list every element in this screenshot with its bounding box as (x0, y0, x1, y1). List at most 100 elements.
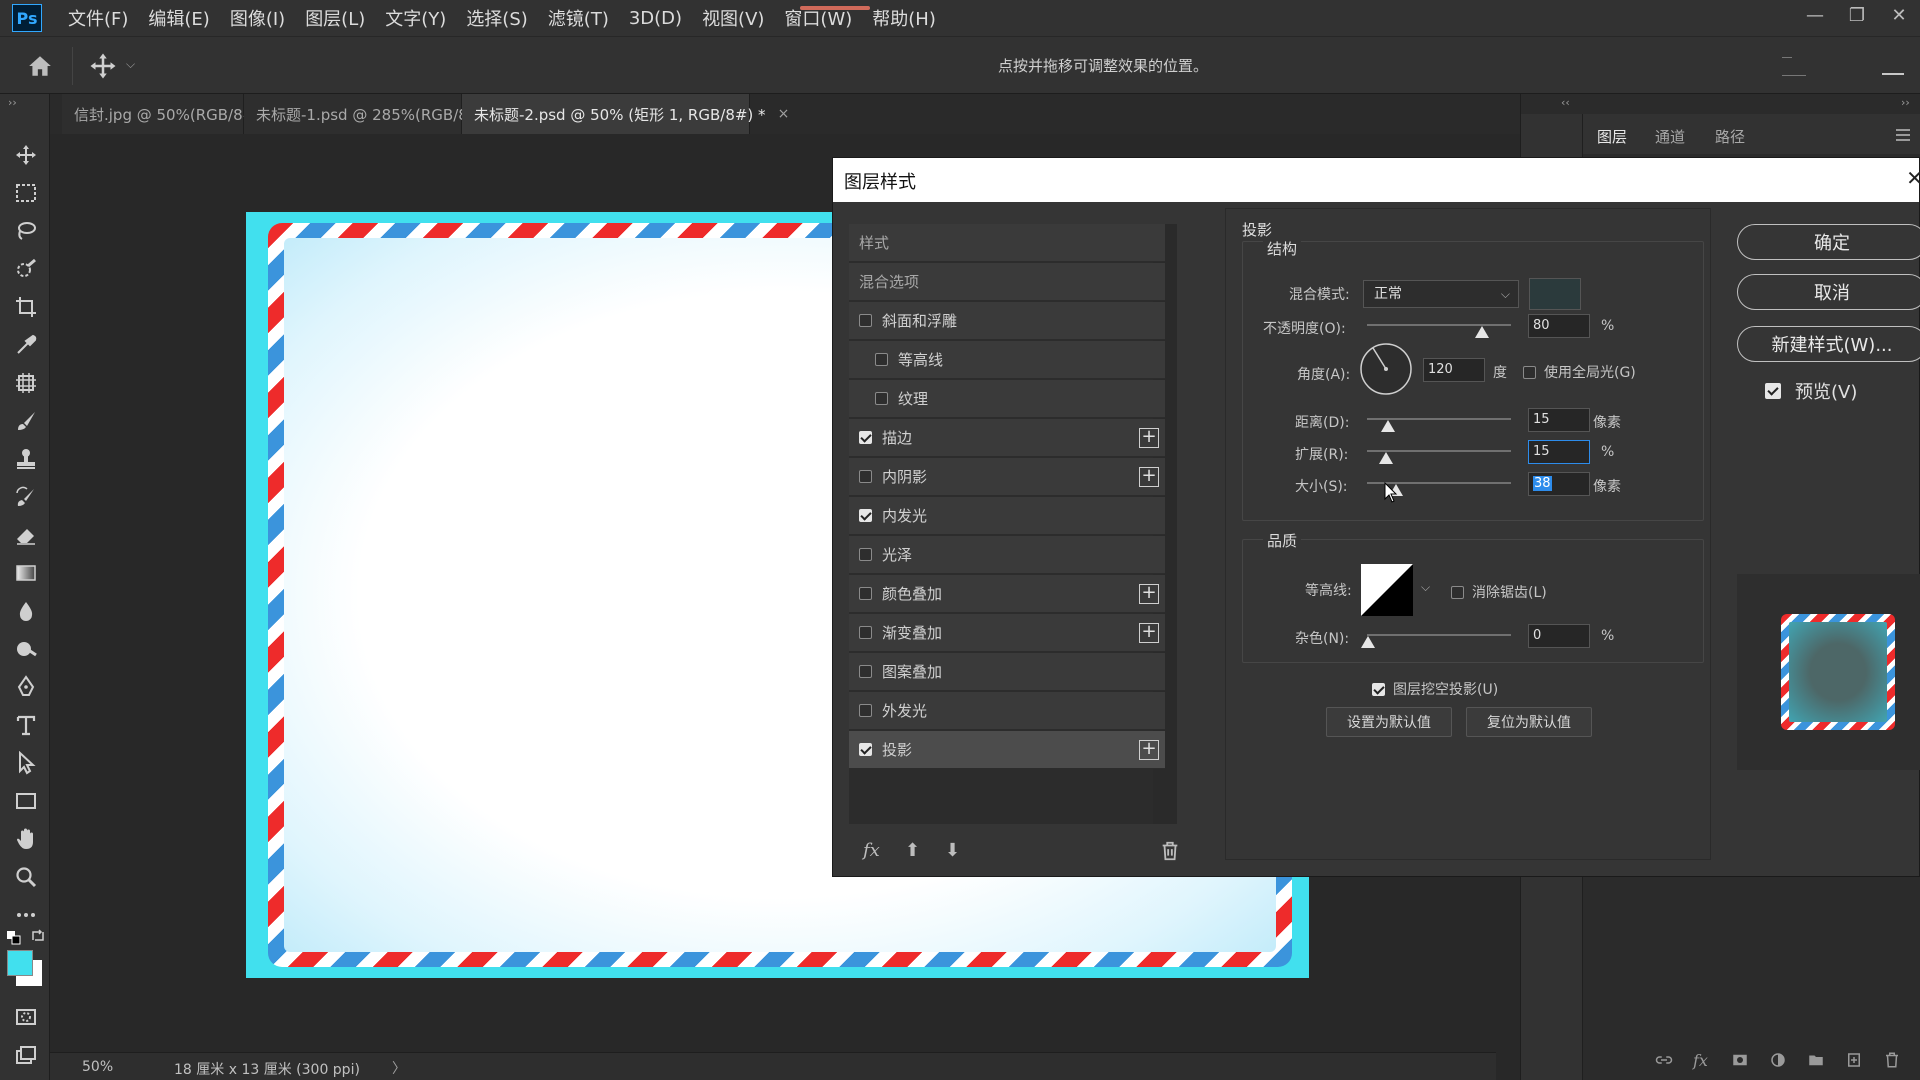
crop-tool[interactable] (13, 294, 39, 320)
style-contour[interactable]: 等高线 (849, 341, 1165, 379)
noise-input[interactable]: 0 (1528, 624, 1590, 648)
stroke-checkbox[interactable] (859, 431, 872, 444)
quick-select-tool[interactable] (13, 256, 39, 282)
global-light-option[interactable]: 使用全局光(G) (1523, 362, 1636, 382)
contour-chevron-down-icon[interactable]: ⌵ (1421, 580, 1430, 595)
type-tool[interactable] (13, 712, 39, 738)
swap-colors-icon[interactable] (30, 928, 46, 944)
pattern-overlay-checkbox[interactable] (859, 665, 872, 678)
add-inner-shadow-plus-icon[interactable]: + (1139, 467, 1159, 487)
antialias-option[interactable]: 消除锯齿(L) (1451, 582, 1547, 602)
new-group-icon[interactable] (1807, 1051, 1825, 1069)
color-overlay-checkbox[interactable] (859, 587, 872, 600)
texture-checkbox[interactable] (875, 392, 888, 405)
menu-image[interactable]: 图像(I) (230, 5, 285, 31)
move-up-icon[interactable]: ⬆ (905, 840, 927, 862)
tab-envelope[interactable]: 信封.jpg @ 50%(RGB/8#) × (62, 94, 285, 134)
menu-select[interactable]: 选择(S) (466, 5, 527, 31)
blur-tool[interactable] (13, 598, 39, 624)
drop-shadow-checkbox[interactable] (859, 743, 872, 756)
noise-slider-thumb[interactable] (1361, 636, 1375, 648)
dialog-close-icon[interactable]: ✕ (1906, 166, 1920, 190)
menu-help[interactable]: 帮助(H) (872, 5, 936, 31)
gradient-tool[interactable] (13, 560, 39, 586)
restore-button[interactable]: ❐ (1836, 0, 1878, 30)
noise-slider-track[interactable] (1367, 634, 1511, 636)
quick-mask-tool[interactable] (13, 1004, 39, 1030)
outer-glow-checkbox[interactable] (859, 704, 872, 717)
tab-layers[interactable]: 图层 (1597, 126, 1627, 147)
more-tools[interactable] (13, 902, 39, 928)
rectangle-tool[interactable] (13, 788, 39, 814)
distance-input[interactable]: 15 (1528, 408, 1590, 432)
menu-filter[interactable]: 滤镜(T) (548, 5, 609, 31)
toolbar-collapse-icon[interactable]: ›› (8, 96, 17, 109)
global-light-checkbox[interactable] (1523, 365, 1536, 379)
shadow-color-swatch[interactable] (1529, 278, 1581, 310)
move-tool[interactable] (13, 142, 39, 168)
default-colors-icon[interactable] (6, 930, 22, 946)
opacity-slider-track[interactable] (1367, 324, 1511, 326)
close-window-button[interactable]: ✕ (1878, 0, 1920, 30)
style-drop-shadow[interactable]: 投影 + (849, 731, 1165, 769)
tab-untitled-2[interactable]: 未标题-2.psd @ 50% (矩形 1, RGB/8#) * × (462, 94, 789, 134)
lasso-tool[interactable] (13, 218, 39, 244)
angle-dial[interactable] (1359, 342, 1413, 396)
add-gradient-overlay-plus-icon[interactable]: + (1139, 623, 1159, 643)
panel-menu-icon[interactable] (1895, 128, 1911, 142)
angle-input[interactable]: 120 (1423, 358, 1485, 382)
menu-file[interactable]: 文件(F) (68, 5, 128, 31)
menu-view[interactable]: 视图(V) (702, 5, 764, 31)
contour-checkbox[interactable] (875, 353, 888, 366)
brush-tool[interactable] (13, 408, 39, 434)
close-tab-icon[interactable]: × (778, 106, 790, 122)
foreground-color-swatch[interactable] (7, 950, 33, 976)
knockout-checkbox[interactable] (1372, 682, 1385, 696)
opacity-slider-thumb[interactable] (1475, 326, 1490, 338)
marquee-tool[interactable] (13, 180, 39, 206)
move-tool-icon[interactable] (88, 51, 118, 81)
inner-shadow-checkbox[interactable] (859, 470, 872, 483)
cancel-button[interactable]: 取消 (1737, 274, 1920, 310)
zoom-level[interactable]: 50% (82, 1059, 113, 1075)
new-layer-icon[interactable] (1845, 1051, 1863, 1069)
add-color-overlay-plus-icon[interactable]: + (1139, 584, 1159, 604)
spread-input[interactable]: 15 (1528, 440, 1590, 464)
reset-default-button[interactable]: 复位为默认值 (1466, 707, 1592, 737)
opacity-input[interactable]: 80 (1528, 314, 1590, 338)
panel-collapse-right-icon[interactable]: ›› (1901, 96, 1910, 109)
contour-preview[interactable] (1361, 564, 1413, 616)
preview-option[interactable]: 预览(V) (1765, 378, 1857, 404)
bevel-emboss-checkbox[interactable] (859, 314, 872, 327)
menu-layer[interactable]: 图层(L) (305, 5, 365, 31)
status-menu-arrow-icon[interactable]: 〉 (392, 1058, 406, 1078)
style-satin[interactable]: 光泽 (849, 536, 1165, 574)
menu-edit[interactable]: 编辑(E) (148, 5, 209, 31)
distance-slider-thumb[interactable] (1381, 420, 1395, 432)
delete-layer-icon[interactable] (1883, 1051, 1901, 1069)
add-drop-shadow-plus-icon[interactable]: + (1139, 740, 1159, 760)
spread-slider-thumb[interactable] (1379, 452, 1393, 464)
minimize-button[interactable]: — (1794, 0, 1836, 30)
dodge-tool[interactable] (13, 636, 39, 662)
adjustment-layer-icon[interactable] (1769, 1051, 1787, 1069)
blend-options-item[interactable]: 混合选项 (849, 263, 1165, 301)
link-layers-icon[interactable] (1655, 1051, 1673, 1069)
pen-tool[interactable] (13, 674, 39, 700)
workspace-switcher-icon[interactable] (1882, 73, 1904, 75)
move-down-icon[interactable]: ⬇ (945, 840, 967, 862)
fx-menu-icon[interactable]: fx (863, 840, 885, 862)
ok-button[interactable]: 确定 (1737, 224, 1920, 260)
panel-collapse-left-icon[interactable]: ‹‹ (1561, 96, 1570, 109)
antialias-checkbox[interactable] (1451, 585, 1464, 599)
delete-effect-icon[interactable] (1159, 840, 1181, 862)
hand-tool[interactable] (13, 826, 39, 852)
tab-paths[interactable]: 路径 (1715, 126, 1745, 147)
set-default-button[interactable]: 设置为默认值 (1326, 707, 1452, 737)
menu-type[interactable]: 文字(Y) (385, 5, 446, 31)
style-outer-glow[interactable]: 外发光 (849, 692, 1165, 730)
style-stroke[interactable]: 描边 + (849, 419, 1165, 457)
inner-glow-checkbox[interactable] (859, 509, 872, 522)
screen-mode-tool[interactable] (13, 1042, 39, 1068)
new-style-button[interactable]: 新建样式(W)... (1737, 326, 1920, 362)
